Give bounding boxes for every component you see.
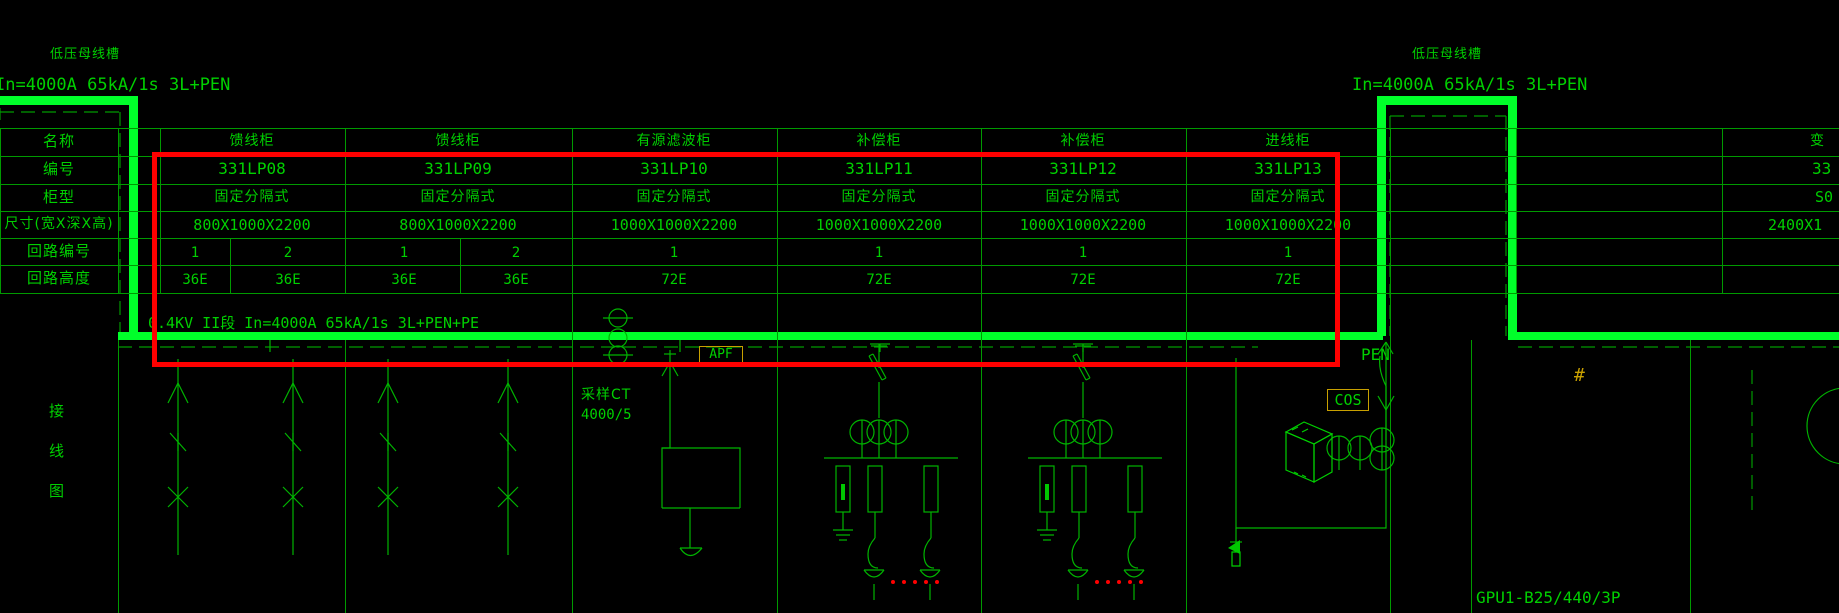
right-busway-spec: In=4000A 65kA/1s 3L+PEN — [1352, 75, 1588, 95]
table-col-sep — [1390, 128, 1391, 293]
capacitor-bank-2-red-dots — [1095, 580, 1143, 584]
right-feeder-line — [1690, 340, 1691, 613]
cabinet-name-0: 馈线柜 — [229, 133, 275, 149]
schematic-col-sep — [345, 340, 346, 613]
schematic-col-sep — [118, 340, 119, 613]
left-busway-riser-horizontal — [0, 96, 138, 105]
transformer-symbol-right — [1751, 370, 1839, 510]
right-busway-left-leg — [1377, 96, 1386, 336]
cabinet-type-6: S0 — [1815, 188, 1834, 206]
cad-drawing-canvas: 低压母线槽 In=4000A 65kA/1s 3L+PEN 低压母线槽 In=4… — [0, 0, 1839, 613]
table-rule — [0, 128, 1839, 129]
capacitor-bank-2 — [1028, 344, 1162, 600]
cabinet-name-1: 馈线柜 — [435, 133, 481, 149]
side-label-char-0: 接 — [49, 402, 66, 420]
capacitor-bank-1-red-dots — [891, 580, 939, 584]
row-header-name: 名称 — [42, 132, 76, 150]
cabinet-name-6: 变 — [1810, 133, 1825, 149]
left-busway-spec: In=4000A 65kA/1s 3L+PEN — [0, 75, 231, 95]
feeder-breaker-2 — [282, 359, 304, 555]
main-busbar-highlight-far-right — [1508, 332, 1839, 340]
cabinet-size-6: 2400X1 — [1768, 216, 1823, 234]
hash-marker: # — [1574, 365, 1585, 386]
feeder-breaker-4 — [497, 359, 519, 555]
incoming-cabinet-circuit — [1228, 341, 1395, 567]
sampling-ct-label: 采样CT — [581, 387, 632, 403]
side-label-char-2: 图 — [49, 482, 66, 500]
table-col-sep — [1722, 128, 1723, 293]
row-header-circuit-height: 回路高度 — [26, 269, 92, 287]
cabinet-name-2: 有源滤波柜 — [636, 133, 712, 149]
table-col-sep — [1516, 128, 1517, 293]
right-busway-duct-dashes — [1389, 115, 1507, 336]
cabinet-number-6: 33 — [1812, 159, 1832, 178]
row-header-circuit-number: 回路编号 — [26, 242, 92, 260]
row-header-cabinet-type: 柜型 — [42, 188, 76, 206]
red-annotation-rectangle — [152, 152, 1340, 367]
row-header-number: 编号 — [42, 160, 76, 178]
sampling-ct-ratio: 4000/5 — [581, 407, 632, 423]
cabinet-name-5: 进线柜 — [1265, 133, 1311, 149]
cabinet-name-4: 补偿柜 — [1060, 133, 1106, 149]
right-busway-top — [1377, 96, 1517, 105]
apf-branch — [661, 350, 741, 557]
surge-device-label: GPU1-B25/440/3P — [1476, 588, 1621, 607]
table-col-sep — [0, 128, 1, 293]
left-busway-title: 低压母线槽 — [50, 47, 121, 62]
side-label-char-1: 线 — [49, 442, 66, 460]
capacitor-bank-1 — [824, 344, 958, 600]
feeder-breaker-3 — [377, 359, 399, 555]
table-col-sep — [118, 128, 119, 293]
row-header-size: 尺寸(宽X深X高) — [4, 216, 114, 232]
cabinet-name-3: 补偿柜 — [856, 133, 902, 149]
right-busway-title: 低压母线槽 — [1412, 47, 1483, 62]
feeder-breaker-1 — [167, 359, 189, 555]
schematic-col-sep — [1471, 340, 1472, 613]
